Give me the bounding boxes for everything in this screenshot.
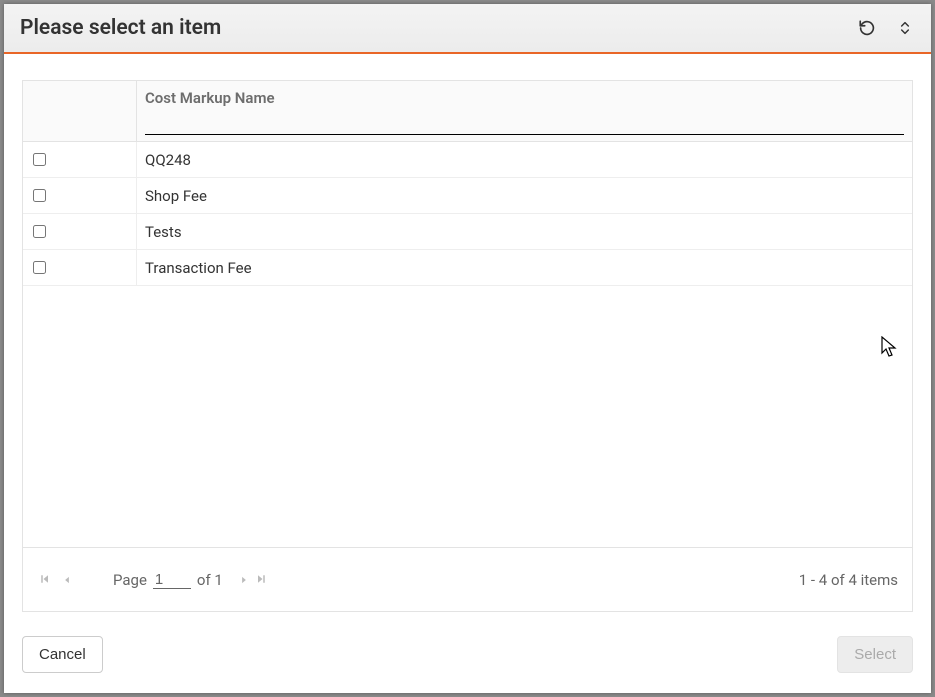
column-checkbox — [23, 81, 137, 141]
row-checkbox[interactable] — [33, 189, 46, 202]
grid-footer: Page of 1 1 - 4 of 4 items — [23, 547, 912, 611]
grid-body[interactable]: QQ248 Shop Fee Tests — [23, 142, 912, 547]
row-name: Tests — [137, 223, 912, 241]
row-checkbox-cell — [23, 250, 137, 285]
header-actions — [857, 18, 915, 38]
pager-page-label: Page — [113, 571, 147, 589]
table-row[interactable]: Shop Fee — [23, 178, 912, 214]
row-checkbox-cell — [23, 142, 137, 177]
select-button: Select — [837, 636, 913, 673]
modal-title: Please select an item — [20, 16, 221, 40]
modal-footer: Cancel Select — [4, 622, 931, 693]
column-name[interactable]: Cost Markup Name — [137, 81, 912, 141]
cancel-button[interactable]: Cancel — [22, 636, 103, 673]
row-checkbox-cell — [23, 214, 137, 249]
pager-nav-first-prev — [37, 571, 75, 589]
pager-last-icon[interactable] — [255, 571, 267, 589]
table-row[interactable]: QQ248 — [23, 142, 912, 178]
row-checkbox[interactable] — [33, 261, 46, 274]
select-item-modal: Please select an item Cost Markup — [4, 4, 931, 693]
row-checkbox-cell — [23, 178, 137, 213]
expand-collapse-icon[interactable] — [895, 18, 915, 38]
pager-next-icon[interactable] — [239, 571, 249, 589]
modal-body: Cost Markup Name QQ248 Shop Fee — [4, 54, 931, 622]
refresh-icon[interactable] — [857, 18, 877, 38]
name-filter-input[interactable] — [145, 114, 904, 135]
pager-nav-next-last — [239, 571, 267, 589]
pager-first-icon[interactable] — [37, 571, 53, 589]
pager: Page of 1 — [37, 571, 267, 589]
table-row[interactable]: Transaction Fee — [23, 250, 912, 286]
pager-prev-icon[interactable] — [59, 571, 75, 589]
pager-of-label: of 1 — [197, 571, 223, 589]
row-name: Transaction Fee — [137, 259, 912, 277]
table-row[interactable]: Tests — [23, 214, 912, 250]
row-name: QQ248 — [137, 151, 912, 169]
pager-page-input[interactable] — [153, 571, 191, 589]
row-checkbox[interactable] — [33, 225, 46, 238]
pager-page: Page of 1 — [113, 571, 223, 589]
grid-header: Cost Markup Name — [23, 81, 912, 142]
grid: Cost Markup Name QQ248 Shop Fee — [22, 80, 913, 612]
pager-info: 1 - 4 of 4 items — [799, 571, 898, 589]
column-name-label: Cost Markup Name — [145, 89, 904, 107]
row-name: Shop Fee — [137, 187, 912, 205]
row-checkbox[interactable] — [33, 153, 46, 166]
modal-header: Please select an item — [4, 4, 931, 54]
